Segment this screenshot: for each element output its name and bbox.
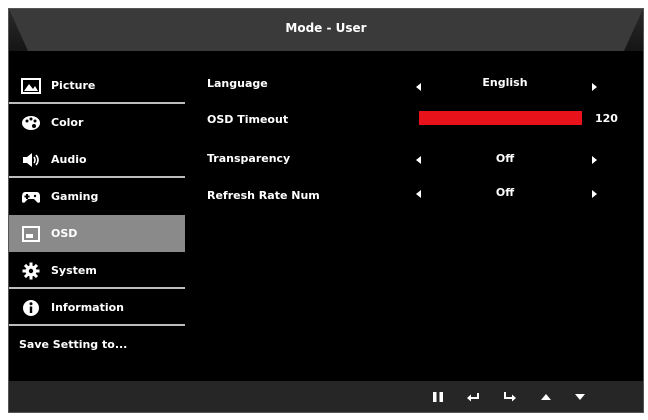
sidebar-item-osd[interactable]: OSD [9, 215, 185, 252]
sidebar-item-system[interactable]: System [9, 252, 185, 289]
osd-menu: Mode - User Picture Color Audio Gaming O… [8, 8, 644, 413]
info-icon [21, 299, 41, 317]
refresh-rate-num-value[interactable]: Off [455, 186, 555, 199]
osd-icon [21, 225, 41, 243]
sidebar-item-label: Information [51, 301, 124, 314]
sidebar-item-label: Save Setting to... [19, 338, 128, 351]
sidebar-item-information[interactable]: Information [9, 289, 185, 326]
sidebar-item-label: Picture [51, 79, 96, 92]
enter-icon[interactable] [502, 389, 518, 405]
return-icon[interactable] [465, 389, 481, 405]
palette-icon [21, 114, 41, 132]
language-right-arrow-icon[interactable] [592, 83, 597, 91]
sidebar-item-label: Audio [51, 153, 87, 166]
menu-title: Mode - User [285, 21, 367, 35]
transparency-left-arrow-icon[interactable] [416, 156, 421, 164]
language-left-arrow-icon[interactable] [416, 83, 421, 91]
osd-timeout-label: OSD Timeout [207, 112, 289, 126]
refresh-rate-num-label: Refresh Rate Num [207, 188, 320, 202]
sidebar-item-label: OSD [51, 227, 78, 240]
down-icon[interactable] [572, 389, 588, 405]
sidebar: Picture Color Audio Gaming OSD System In… [9, 67, 185, 363]
language-label: Language [207, 76, 268, 90]
sidebar-item-audio[interactable]: Audio [9, 141, 185, 178]
language-value[interactable]: English [455, 76, 555, 89]
sidebar-item-gaming[interactable]: Gaming [9, 178, 185, 215]
picture-icon [21, 77, 41, 95]
osd-timeout-slider[interactable] [419, 111, 582, 125]
gear-icon [21, 262, 41, 280]
transparency-value[interactable]: Off [455, 152, 555, 165]
osd-timeout-slider-fill [419, 111, 582, 125]
sidebar-item-save-setting[interactable]: Save Setting to... [9, 326, 185, 363]
transparency-right-arrow-icon[interactable] [592, 156, 597, 164]
sidebar-item-color[interactable]: Color [9, 104, 185, 141]
sidebar-item-label: Color [51, 116, 84, 129]
title-bar: Mode - User [9, 9, 643, 51]
transparency-label: Transparency [207, 151, 291, 165]
osd-timeout-value: 120 [595, 112, 618, 125]
pause-icon[interactable] [430, 389, 446, 405]
sidebar-item-label: System [51, 264, 97, 277]
sidebar-item-picture[interactable]: Picture [9, 67, 185, 104]
up-icon[interactable] [538, 389, 554, 405]
refresh-rate-left-arrow-icon[interactable] [416, 190, 421, 198]
bottom-control-bar [9, 381, 643, 412]
speaker-icon [21, 151, 41, 169]
gamepad-icon [21, 188, 41, 206]
refresh-rate-right-arrow-icon[interactable] [592, 190, 597, 198]
sidebar-item-label: Gaming [51, 190, 99, 203]
